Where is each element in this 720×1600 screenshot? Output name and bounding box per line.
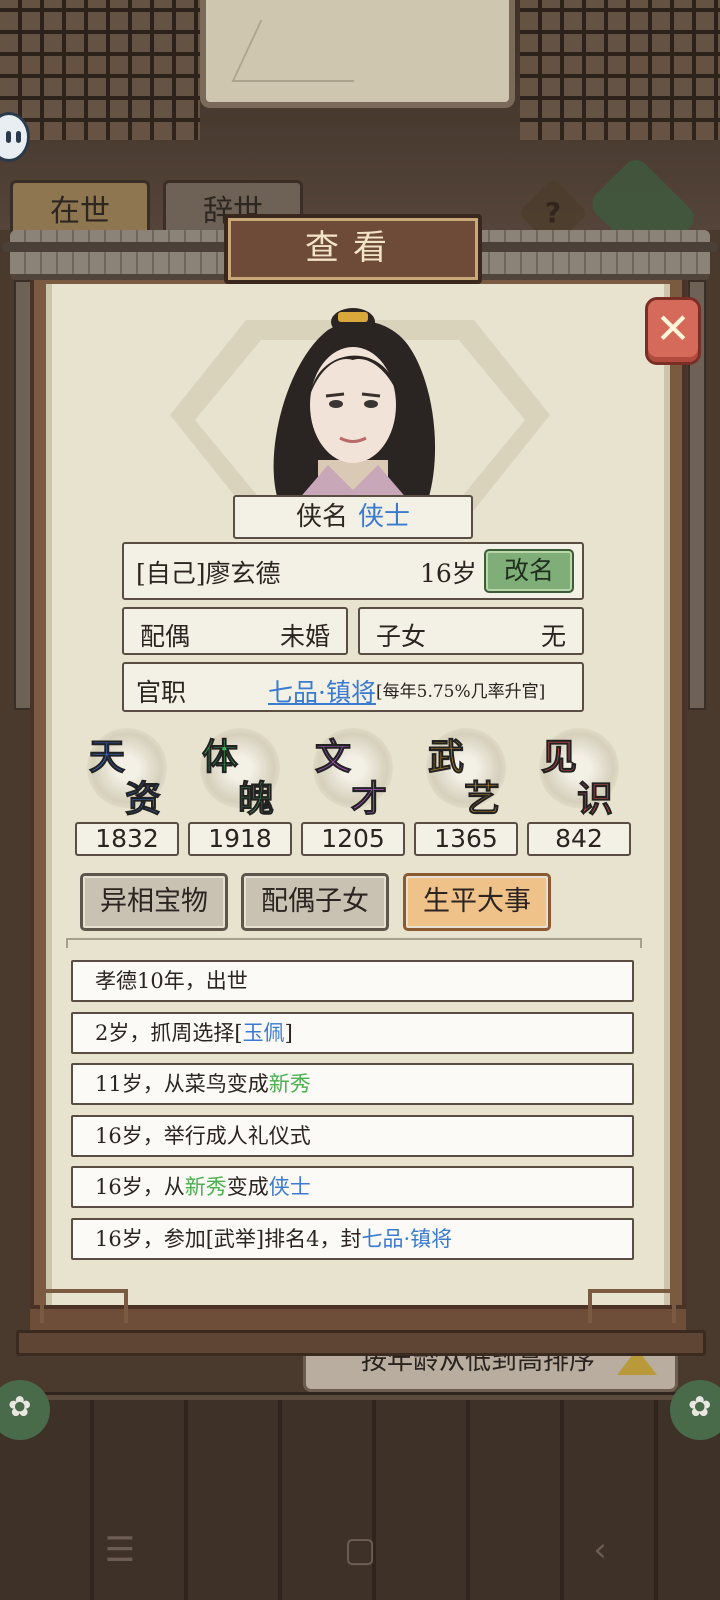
attribute-0: 天资 1832 [75, 728, 179, 856]
rename-button[interactable]: 改名 [484, 549, 574, 593]
nickname-value: 侠士 [358, 502, 411, 532]
office-row: 官职 七品·镇将 [每年5.75%几率升官] [122, 662, 584, 712]
wall-painting [200, 0, 515, 108]
promotion-rate: [每年5.75%几率升官] [376, 682, 546, 702]
attribute-value: 1205 [301, 822, 405, 856]
tab-treasures[interactable]: 异相宝物 [80, 873, 228, 931]
life-event-row: 16岁，从新秀变成侠士 [71, 1166, 634, 1209]
attribute-3: 武艺 1365 [414, 728, 518, 856]
identity-row: [自己]廖玄德 16岁 改名 [122, 542, 584, 600]
attribute-title: 体魄 [188, 728, 292, 821]
life-event-row: 16岁，参加[武举]排名4，封七品·镇将 [71, 1218, 634, 1260]
nickname-plate: 侠名 侠士 [233, 495, 473, 539]
close-button[interactable]: ✕ [645, 297, 701, 365]
system-navbar: ☰ ▢ ‹ [0, 1500, 720, 1600]
attribute-title: 文才 [301, 728, 405, 821]
back-icon[interactable]: ‹ [570, 1520, 630, 1580]
tab-life-events[interactable]: 生平大事 [403, 873, 551, 931]
office-label: 官职 [136, 678, 187, 707]
life-event-row: 16岁，举行成人礼仪式 [71, 1114, 634, 1157]
life-event-row: 11岁，从菜鸟变成新秀 [71, 1063, 634, 1106]
character-portrait [273, 308, 436, 500]
nickname-label: 侠名 [295, 502, 348, 532]
attribute-2: 文才 1205 [301, 728, 405, 856]
close-icon: ✕ [655, 304, 691, 353]
tab-family[interactable]: 配偶子女 [241, 873, 389, 931]
spouse-value: 未婚 [279, 622, 330, 651]
children-label: 子女 [376, 622, 427, 651]
attribute-value: 1918 [188, 822, 292, 856]
attribute-4: 见识 842 [527, 728, 631, 856]
spouse-row: 配偶 未婚 [122, 607, 348, 655]
menu-icon[interactable]: ☰ [90, 1520, 150, 1580]
life-event-row: 2岁，抓周选择[玉佩] [71, 1011, 634, 1054]
attribute-title: 见识 [527, 728, 631, 821]
dialog-title: 查看 [224, 214, 482, 284]
attribute-value: 842 [527, 822, 631, 856]
section-divider [66, 938, 642, 948]
children-row: 子女 无 [358, 607, 584, 655]
window-lattice-right [520, 0, 720, 140]
attribute-value: 1365 [414, 822, 518, 856]
character-age: 16岁 [420, 559, 477, 588]
office-rank-link[interactable]: 七品·镇将 [268, 673, 376, 709]
life-event-row: 孝德10年，出世 [71, 960, 634, 1002]
character-name: [自己]廖玄德 [136, 559, 281, 588]
attribute-title: 武艺 [414, 728, 518, 821]
attribute-title: 天资 [75, 728, 179, 821]
spouse-label: 配偶 [140, 622, 191, 651]
children-value: 无 [540, 622, 566, 651]
attribute-value: 1832 [75, 822, 179, 856]
dialog-base-beam [16, 1330, 706, 1356]
window-lattice-left [0, 0, 200, 140]
home-icon[interactable]: ▢ [330, 1520, 390, 1580]
attribute-1: 体魄 1918 [188, 728, 292, 856]
